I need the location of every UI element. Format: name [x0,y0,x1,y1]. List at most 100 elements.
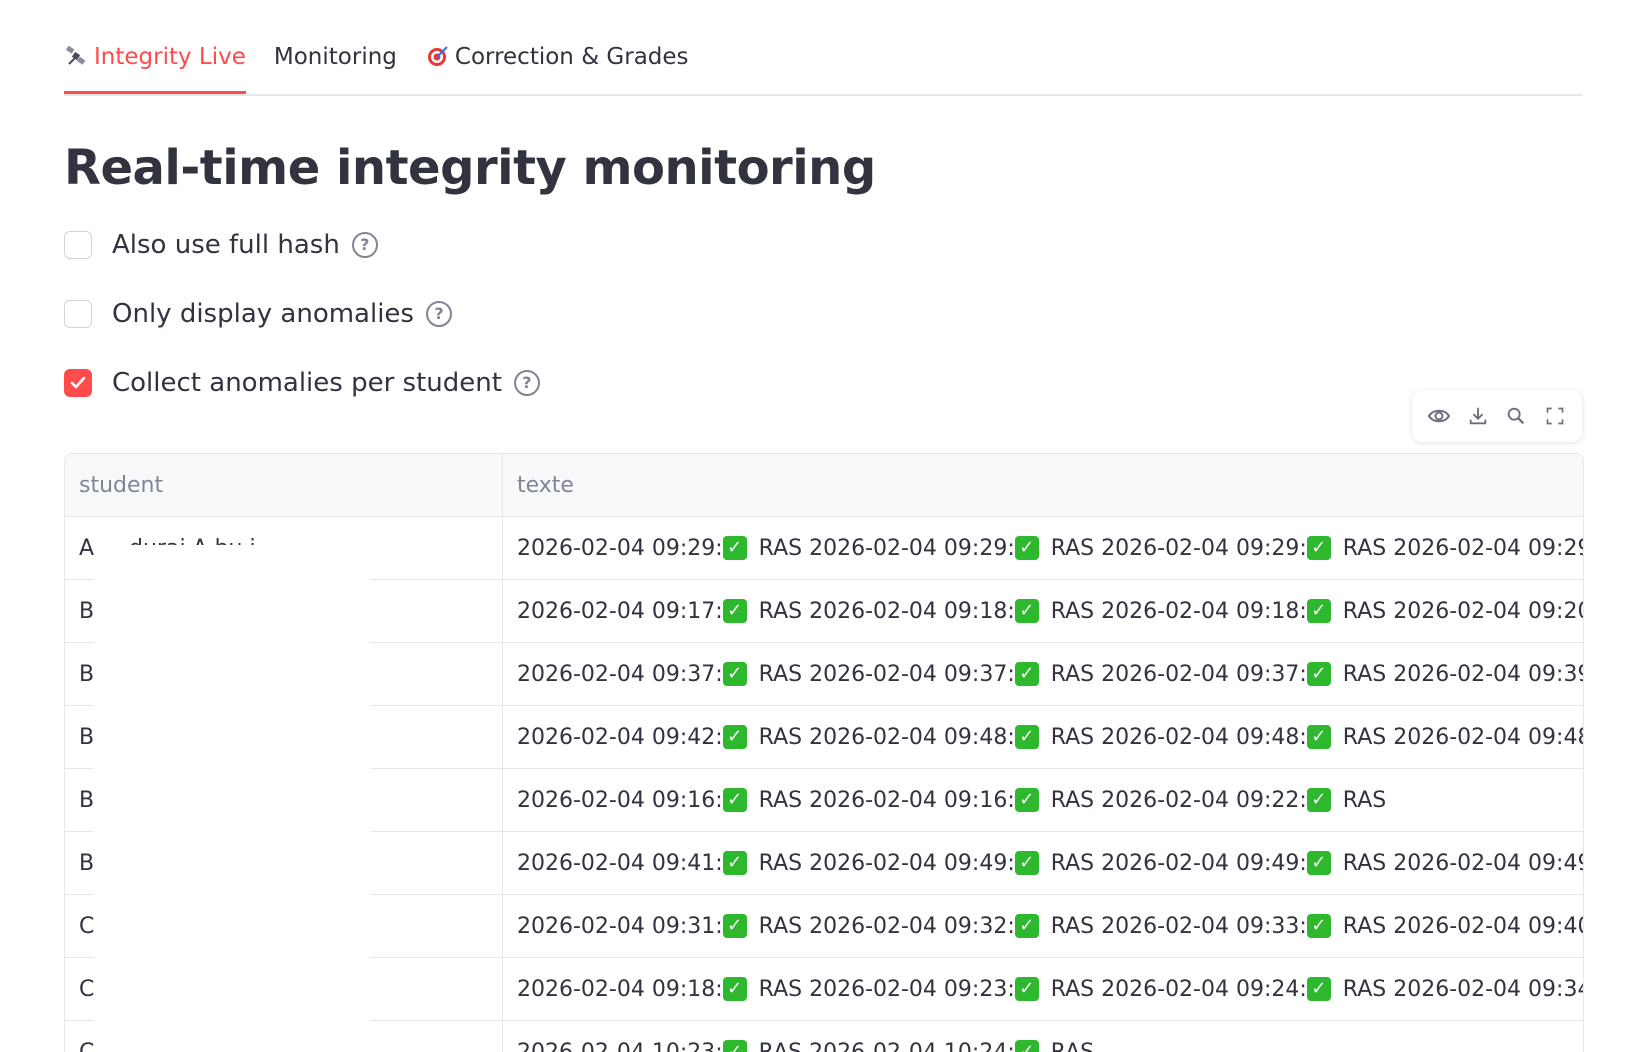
option-label: Only display anomalies [112,299,414,329]
log-entry-text: RAS 2026-02-04 09:33: [1050,913,1307,939]
log-entry: 2026-02-04 09:29: ✓ [517,536,747,561]
log-entry-text: RAS [1050,1039,1095,1052]
check-mark-icon: ✓ [722,1040,747,1052]
log-entry-text: RAS 2026-02-04 09:22: [1050,787,1307,813]
tab-label: Integrity Live [94,44,246,70]
fullscreen-icon[interactable] [1541,402,1569,430]
column-header-texte[interactable]: texte [503,454,1583,516]
check-mark-icon: ✓ [722,662,747,686]
redaction-overlay [94,545,370,1052]
log-entry-text: RAS 2026-02-04 09:37: [1050,661,1307,687]
log-entry: RAS 2026-02-04 09:29:✓ [759,536,1039,561]
check-mark-icon: ✓ [1306,977,1331,1001]
checkbox-full-hash[interactable] [64,231,92,259]
table-toolbar [1412,390,1582,442]
check-mark-icon: ✓ [1014,662,1039,686]
log-entry-text: RAS 2026-02-04 09:29: [1342,535,1583,561]
log-entry-text: RAS [1342,787,1387,813]
cell-texte[interactable]: 2026-02-04 09:29: ✓ RAS 2026-02-04 09:29: ✓… [503,517,1583,579]
log-entry: RAS 2026-02-04 09:39:✓ [1343,662,1583,687]
tab-label: Correction & Grades [454,44,689,70]
log-entry: RAS 2026-02-04 09:37: ✓ [1051,662,1331,687]
option-collect-per-student[interactable]: Collect anomalies per student ? [64,368,540,398]
check-mark-icon: ✓ [1014,1040,1039,1052]
check-mark-icon: ✓ [1014,536,1039,560]
log-entry-text: RAS 2026-02-04 09:29: [1050,535,1307,561]
check-mark-icon: ✓ [722,788,747,812]
log-entry: 2026-02-04 09:41: ✓ [517,851,747,876]
log-entry: RAS [1051,1040,1094,1052]
check-mark-icon: ✓ [722,725,747,749]
cell-texte[interactable]: 2026-02-04 09:17: ✓ RAS 2026-02-04 09:18: ✓… [503,580,1583,642]
check-mark-icon: ✓ [722,536,747,560]
option-label: Collect anomalies per student [112,368,502,398]
log-entry: 2026-02-04 09:16: ✓ [517,788,747,813]
check-mark-icon: ✓ [1306,599,1331,623]
page-title: Real-time integrity monitoring [64,140,876,196]
log-entry: RAS 2026-02-04 09:16: ✓ [759,788,1039,813]
log-entry-text: RAS 2026-02-04 09:49: [1050,850,1307,876]
log-entry: 2026-02-04 09:37: ✓ [517,662,747,687]
tab-monitoring[interactable]: Monitoring [274,30,397,84]
tab-label: Monitoring [273,44,397,70]
download-icon[interactable] [1464,402,1492,430]
log-entry-text: RAS 2026-02-04 09:16: [758,787,1015,813]
log-entry-text: 2026-02-04 09:37: [517,661,723,687]
log-entry: RAS 2026-02-04 09:29:✓ [1343,536,1583,561]
log-entry-text: RAS 2026-02-04 10:24: [758,1039,1015,1052]
log-entry: RAS 2026-02-04 09:49:✓ [1051,851,1331,876]
log-entry: RAS 2026-02-04 09:49:✓ [759,851,1039,876]
cell-texte[interactable]: 2026-02-04 09:18: ✓ RAS 2026-02-04 09:23: ✓… [503,958,1583,1020]
check-mark-icon: ✓ [722,914,747,938]
column-header-student[interactable]: student [65,454,503,516]
log-entry: RAS 2026-02-04 09:40:✓ [1343,914,1583,939]
log-entry: 2026-02-04 09:42: ✓ [517,725,747,750]
log-entry-text: RAS 2026-02-04 09:39: [1342,661,1583,687]
log-entry: RAS 2026-02-04 09:34:✓ [1343,977,1583,1002]
log-entry-text: RAS 2026-02-04 09:29: [758,535,1015,561]
checkbox-collect-per-student[interactable] [64,369,92,397]
cell-texte[interactable]: 2026-02-04 09:37: ✓ RAS 2026-02-04 09:37: ✓… [503,643,1583,705]
log-entry-text: RAS 2026-02-04 09:32: [758,913,1015,939]
log-entry: RAS 2026-02-04 09:23: ✓ [759,977,1039,1002]
page: Integrity Live Monitoring Correction & G… [0,0,1636,1052]
check-mark-icon: ✓ [1014,725,1039,749]
check-mark-icon: ✓ [1306,788,1331,812]
log-entry: 2026-02-04 10:23: ✓ [517,1040,747,1052]
help-icon[interactable]: ? [425,301,452,327]
cell-texte[interactable]: 2026-02-04 09:16: ✓ RAS 2026-02-04 09:16: ✓… [503,769,1583,831]
log-entry: RAS 2026-02-04 09:29:✓ [1051,536,1331,561]
log-entry-text: RAS 2026-02-04 09:20: [1342,598,1583,624]
log-entry-text: RAS 2026-02-04 09:23: [758,976,1015,1002]
eye-icon[interactable] [1425,402,1453,430]
log-entry-text: 2026-02-04 09:29: [517,535,723,561]
search-icon[interactable] [1502,402,1530,430]
log-entry-text: RAS 2026-02-04 09:37: [758,661,1015,687]
cell-texte[interactable]: 2026-02-04 10:23: ✓ RAS 2026-02-04 10:24: ✓… [503,1021,1583,1052]
log-entry: RAS 2026-02-04 09:33: ✓ [1051,914,1331,939]
log-entry-text: 2026-02-04 09:18: [517,976,723,1002]
cell-texte[interactable]: 2026-02-04 09:31: ✓ RAS 2026-02-04 09:32: ✓… [503,895,1583,957]
cell-texte[interactable]: 2026-02-04 09:41: ✓ RAS 2026-02-04 09:49: ✓… [503,832,1583,894]
tab-integrity-live[interactable]: Integrity Live [64,30,246,94]
option-full-hash[interactable]: Also use full hash ? [64,230,378,260]
satellite-icon [64,44,90,70]
log-entry: RAS 2026-02-04 09:48:✓ [1343,725,1583,750]
checkbox-only-anomalies[interactable] [64,300,92,328]
help-icon[interactable]: ? [351,232,378,258]
check-mark-icon: ✓ [722,851,747,875]
log-entry: RAS 2026-02-04 09:48:✓ [759,725,1039,750]
cell-texte[interactable]: 2026-02-04 09:42: ✓ RAS 2026-02-04 09:48: ✓… [503,706,1583,768]
log-entry: RAS 2026-02-04 09:48:✓ [1051,725,1331,750]
tab-correction-grades[interactable]: Correction & Grades [425,30,689,84]
check-mark-icon: ✓ [1306,851,1331,875]
tab-bar: Integrity Live Monitoring Correction & G… [64,30,1582,96]
option-only-anomalies[interactable]: Only display anomalies ? [64,299,452,329]
log-entry-text: 2026-02-04 10:23: [517,1039,723,1052]
log-entry: RAS 2026-02-04 09:20:✓ [1343,599,1583,624]
check-mark-icon: ✓ [1014,788,1039,812]
help-icon[interactable]: ? [513,370,540,396]
log-entry: RAS 2026-02-04 09:22: ✓ [1051,788,1331,813]
log-entry-text: 2026-02-04 09:41: [517,850,723,876]
log-entry-text: 2026-02-04 09:17: [517,598,723,624]
